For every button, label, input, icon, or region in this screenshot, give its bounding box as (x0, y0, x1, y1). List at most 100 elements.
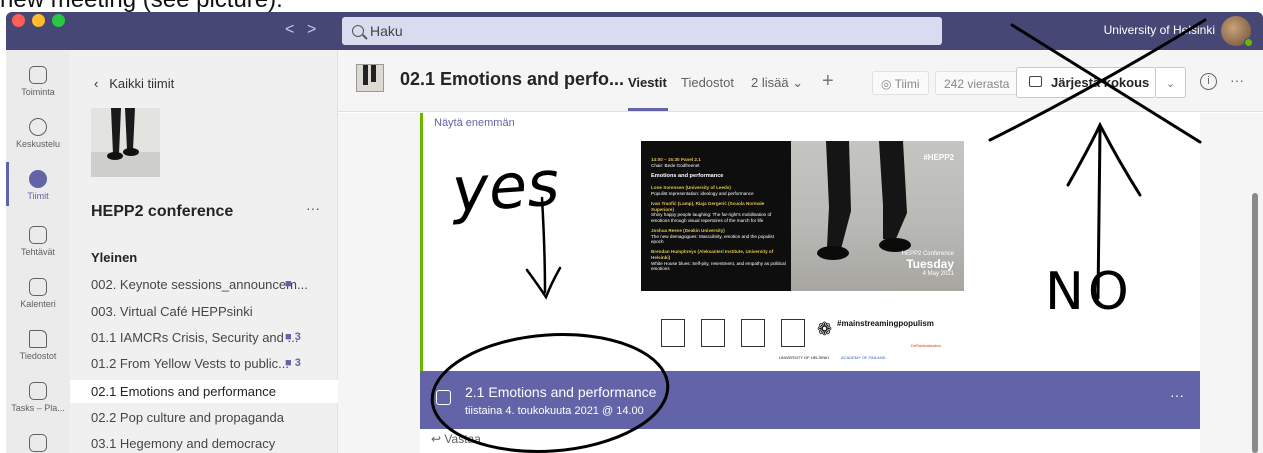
channel-item[interactable]: 003. Virtual Café HEPPsinki (70, 300, 338, 323)
meeting-event-card[interactable]: 2.1 Emotions and performance tiistaina 4… (420, 371, 1200, 429)
more-options-button[interactable]: ··· (1230, 72, 1244, 88)
channel-title: 02.1 Emotions and perfo... (400, 69, 625, 89)
channel-label: 01.2 From Yellow Vests to public... (91, 356, 289, 371)
event-date: tiistaina 4. toukokuuta 2021 @ 14.00 (465, 405, 644, 417)
guest-count[interactable]: 242 vierasta (935, 71, 1019, 95)
rail-item-tasks[interactable]: Tasks – Pla... (6, 382, 70, 413)
rail-item-activity[interactable]: Toiminta (6, 66, 70, 97)
rail-label: Tiimit (27, 191, 49, 201)
forward-arrow-button[interactable]: > (307, 21, 316, 39)
poster-date: 4 May 2021 (922, 271, 954, 277)
meet-dropdown-button[interactable]: ⌄ (1156, 67, 1186, 98)
poster-logo-strip: ❁ #mainstreamingpopulism UNIVERSITY OF H… (641, 293, 964, 369)
channel-group-heading[interactable]: Yleinen (91, 250, 137, 265)
channel-item[interactable]: 01.2 From Yellow Vests to public... ■ 3 (70, 352, 338, 375)
maximize-window-button[interactable] (52, 14, 65, 27)
participant-count: 3 (294, 331, 301, 343)
event-more-button[interactable]: ··· (1170, 387, 1184, 403)
channel-item[interactable]: 02.2 Pop culture and propaganda (70, 406, 338, 429)
back-arrow-button[interactable]: < (285, 21, 294, 39)
rail-item-files[interactable]: Tiedostot (6, 330, 70, 361)
show-more-link[interactable]: Näytä enemmän (434, 117, 515, 129)
participant-count: 3 (294, 357, 301, 369)
meeting-live-icon: ■ 3 (285, 331, 301, 343)
all-teams-label: Kaikki tiimit (109, 76, 175, 91)
info-icon[interactable]: i (1200, 73, 1217, 90)
team-name[interactable]: HEPP2 conference (91, 203, 233, 221)
rail-item-teams[interactable]: Tiimit (6, 170, 70, 201)
project-logo (701, 319, 725, 347)
poster-talk-title: The new demagogues: Masculinity, emotion… (651, 233, 774, 245)
team-button[interactable]: ◎ Tiimi (872, 71, 929, 95)
meet-button-label: Järjestä kokous (1051, 75, 1150, 90)
channel-thumbnail (356, 64, 384, 92)
poster-hashtag: #HEPP2 (923, 153, 954, 162)
poster-talk-title: Shiny happy people laughing: The far-rig… (651, 212, 772, 224)
poster-talk-title: White House blues: Self-pity, resentment… (651, 260, 786, 272)
annotation-yes: yes (449, 146, 562, 227)
minimize-window-button[interactable] (32, 14, 45, 27)
project-logo (781, 319, 805, 347)
tasks-icon (29, 382, 47, 400)
poster-author: Ivan Tranfić (Lamp), Riaja Gergerić (Scu… (651, 200, 765, 212)
scrollbar[interactable] (1252, 193, 1258, 453)
close-window-button[interactable] (12, 14, 25, 27)
tab-more[interactable]: 2 lisää ⌄ (751, 75, 803, 91)
channel-item[interactable]: 01.1 IAMCRs Crisis, Security and ... ■ 3 (70, 326, 338, 349)
channel-item[interactable]: 03.1 Hegemony and democracy (70, 432, 338, 453)
team-sidebar: ‹ Kaikki tiimit HEPP2 conference ··· Yle… (70, 50, 338, 453)
annotation-no: NO (1045, 262, 1133, 322)
tab-files[interactable]: Tiedostot (681, 75, 734, 90)
team-button-label: Tiimi (894, 77, 920, 91)
rail-item-chat[interactable]: Keskustelu (6, 118, 70, 149)
rail-label: Toiminta (21, 87, 55, 97)
active-tab-indicator (628, 108, 668, 111)
channel-label: 002. Keynote sessions_announcem... (91, 277, 308, 292)
assignments-icon (29, 226, 47, 244)
rail-item-more-apps[interactable] (6, 434, 70, 453)
university-of-helsinki-logo: ❁ (817, 319, 833, 339)
project-logo (661, 319, 685, 347)
academy-of-finland-label: ACADEMY OF FINLAND (841, 355, 886, 360)
rail-label: Tehtävät (20, 247, 56, 257)
tab-posts[interactable]: Viestit (628, 75, 667, 90)
meeting-live-icon: ■ (285, 278, 292, 290)
message-accent-bar (420, 113, 423, 371)
channel-label: 01.1 IAMCRs Crisis, Security and ... (91, 330, 299, 345)
reply-button[interactable]: ↩ Vastaa (431, 432, 481, 446)
organization-name[interactable]: University of Helsinki (1104, 23, 1215, 37)
rail-item-assignments[interactable]: Tehtävät (6, 226, 70, 257)
rail-item-calendar[interactable]: Kalenteri (6, 278, 70, 309)
status-available-icon (1244, 38, 1253, 47)
rail-label: Tiedostot (19, 351, 57, 361)
channel-header: 02.1 Emotions and perfo... Viestit Tiedo… (338, 50, 1263, 112)
search-icon (352, 25, 364, 37)
calendar-icon (436, 390, 451, 405)
meeting-live-icon: ■ 3 (285, 357, 301, 369)
poster-talk-title: Populist representation: ideology and pe… (651, 191, 754, 197)
avatar[interactable] (1221, 16, 1253, 47)
channel-label: 03.1 Hegemony and democracy (91, 436, 276, 451)
event-title: 2.1 Emotions and performance (465, 384, 657, 400)
all-teams-link[interactable]: ‹ Kaikki tiimit (94, 76, 174, 91)
conference-poster[interactable]: 14:00 – 15:30 Panel 2.1 Chair: Bede Godf… (641, 141, 964, 291)
channel-item-selected[interactable]: 02.1 Emotions and performance (70, 380, 338, 403)
chevron-left-icon: ‹ (94, 76, 99, 91)
team-more-button[interactable]: ··· (306, 200, 320, 216)
globe-icon: ◎ (881, 77, 892, 91)
tab-more-label: 2 lisää (751, 75, 789, 90)
app-rail: Toiminta Keskustelu Tiimit Tehtävät Kale… (6, 50, 70, 453)
screenshot-root: new meeting (see picture). < > Haku Univ… (0, 0, 1263, 453)
apps-icon (29, 434, 47, 452)
poster-chair: Chair: Bede Godfreenet (651, 162, 700, 168)
rail-label: Keskustelu (15, 139, 61, 149)
channel-item[interactable]: 002. Keynote sessions_announcem... ■ (70, 273, 338, 296)
calendar-icon (29, 278, 47, 296)
search-input[interactable]: Haku (342, 17, 942, 45)
university-of-helsinki-label: UNIVERSITY OF HELSINKI (779, 355, 829, 360)
bell-icon (29, 66, 47, 84)
add-tab-button[interactable]: + (822, 70, 834, 93)
files-icon (29, 330, 47, 348)
poster-conference-info: HEPP2 Conference Tuesday 4 May 2021 (902, 251, 954, 277)
meet-button[interactable]: Järjestä kokous (1016, 67, 1156, 98)
